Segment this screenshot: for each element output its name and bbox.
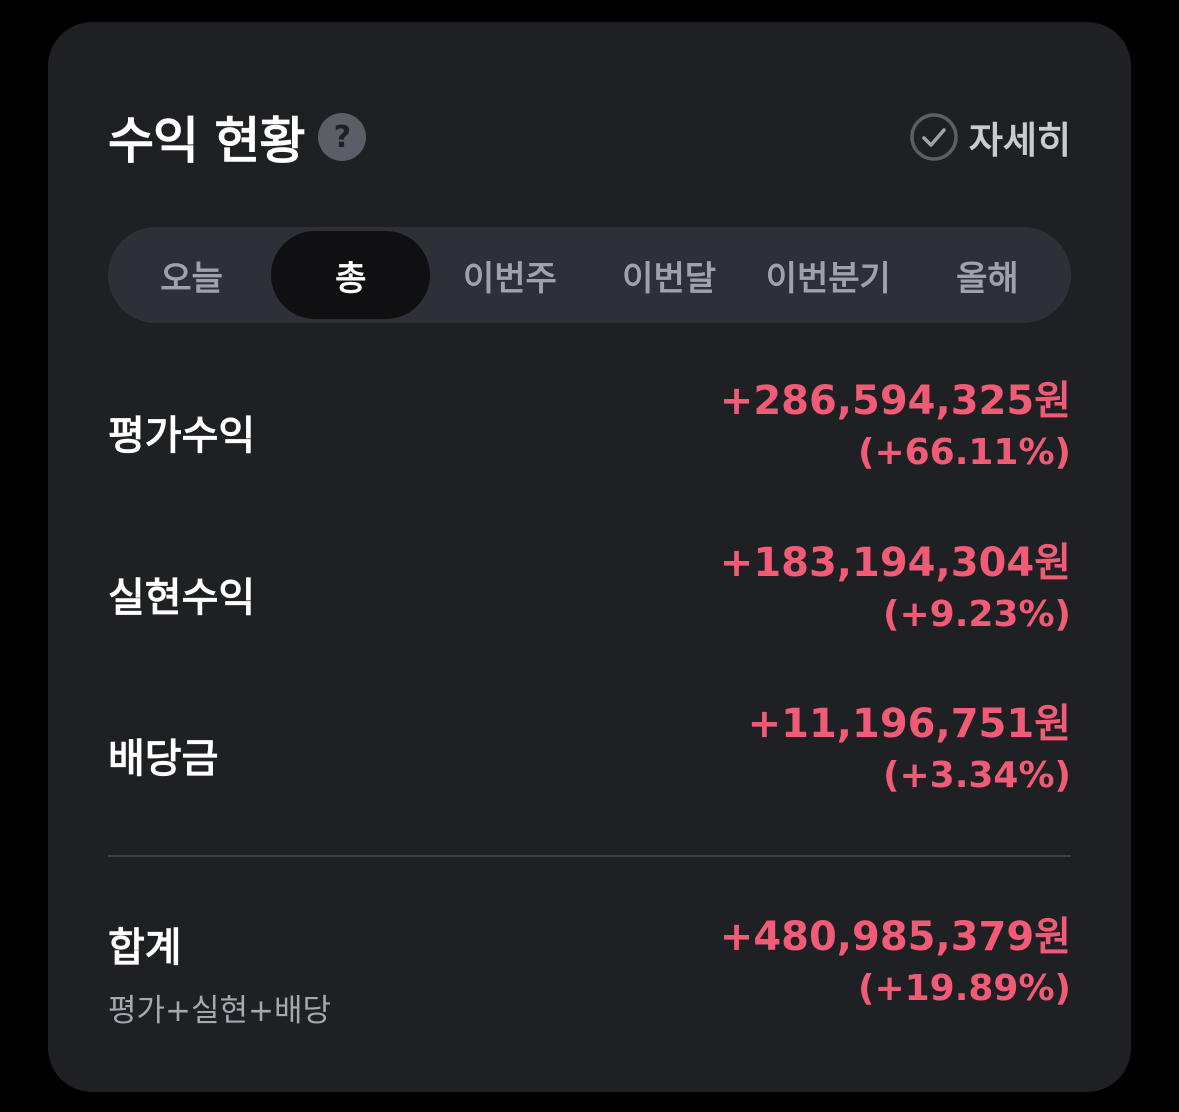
row-label: 배당금 bbox=[108, 736, 219, 782]
divider bbox=[108, 855, 1071, 857]
tab-today[interactable]: 오늘 bbox=[112, 231, 271, 319]
tab-this-week[interactable]: 이번주 bbox=[430, 231, 589, 319]
row-realized-profit: 실현수익 +183,194,304원 (+9.23%) bbox=[108, 537, 1071, 641]
amount-value: +183,194,304원 bbox=[719, 540, 1071, 586]
tab-this-quarter[interactable]: 이번분기 bbox=[749, 231, 908, 319]
card-header: 수익 현황 ? 자세히 bbox=[108, 102, 1071, 172]
help-icon[interactable]: ? bbox=[318, 113, 367, 161]
tab-this-month[interactable]: 이번달 bbox=[590, 231, 749, 319]
check-circle-icon bbox=[910, 113, 958, 161]
tab-this-year[interactable]: 올해 bbox=[908, 231, 1067, 319]
row-label: 실현수익 bbox=[108, 575, 256, 621]
total-percent: (+19.89%) bbox=[857, 968, 1071, 1009]
row-values: +183,194,304원 (+9.23%) bbox=[720, 537, 1071, 641]
total-sub-label: 평가+실현+배당 bbox=[108, 993, 332, 1029]
row-values: +286,594,325원 (+66.11%) bbox=[720, 375, 1071, 479]
percent-value: (+9.23%) bbox=[883, 594, 1071, 635]
percent-value: (+66.11%) bbox=[857, 432, 1071, 473]
period-tabs: 오늘 총 이번주 이번달 이번분기 올해 bbox=[108, 227, 1071, 323]
percent-value: (+3.34%) bbox=[883, 755, 1071, 796]
amount-value: +11,196,751원 bbox=[747, 701, 1071, 747]
row-values: +11,196,751원 (+3.34%) bbox=[748, 698, 1071, 802]
page-title: 수익 현황 bbox=[108, 112, 305, 170]
total-amount: +480,985,379원 bbox=[719, 914, 1071, 960]
amount-value: +286,594,325원 bbox=[719, 378, 1071, 424]
detail-button[interactable]: 자세히 bbox=[909, 110, 1071, 164]
title-group: 수익 현황 ? bbox=[108, 101, 367, 173]
tab-total[interactable]: 총 bbox=[271, 231, 431, 319]
detail-label: 자세히 bbox=[968, 119, 1071, 162]
total-label: 합계 bbox=[108, 925, 182, 971]
profit-summary-card: 수익 현황 ? 자세히 오늘 총 이번주 이번달 이번분기 올해 평가수익 +2… bbox=[48, 22, 1131, 1092]
row-total: 합계 평가+실현+배당 +480,985,379원 (+19.89%) bbox=[108, 911, 1071, 1030]
total-values: +480,985,379원 (+19.89%) bbox=[720, 911, 1071, 1015]
total-label-group: 합계 평가+실현+배당 bbox=[108, 911, 331, 1030]
row-unrealized-profit: 평가수익 +286,594,325원 (+66.11%) bbox=[108, 375, 1071, 479]
row-dividend: 배당금 +11,196,751원 (+3.34%) bbox=[108, 698, 1071, 802]
row-label: 평가수익 bbox=[108, 413, 256, 459]
